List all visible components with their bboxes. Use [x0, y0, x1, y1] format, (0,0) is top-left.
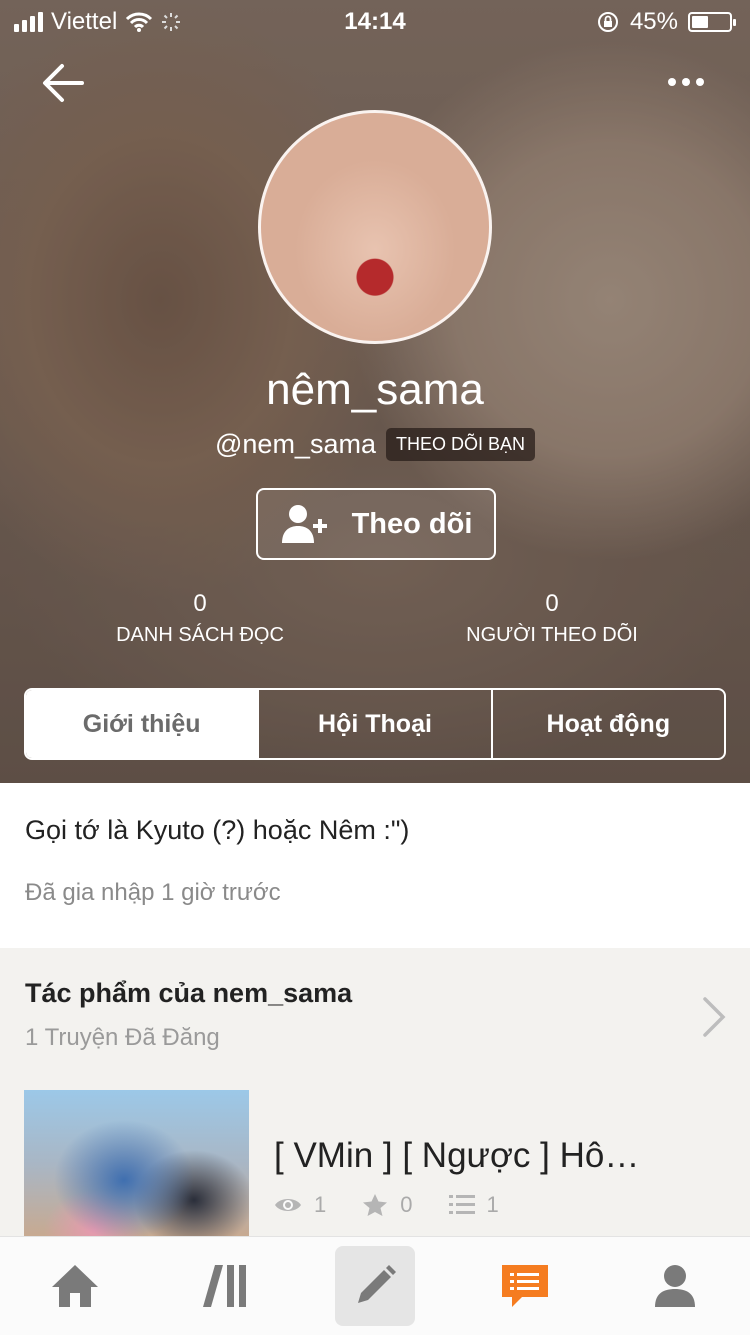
- rotation-lock-icon: [597, 12, 618, 32]
- add-user-icon: [281, 505, 327, 543]
- reading-lists-count: 0: [193, 590, 207, 617]
- story-title[interactable]: [ VMin ] [ Ngược ] Hô…: [274, 1136, 639, 1176]
- more-button[interactable]: [664, 72, 708, 97]
- follow-button[interactable]: Theo dõi: [256, 488, 496, 560]
- more-icon: [668, 78, 704, 86]
- nav-home[interactable]: [35, 1246, 115, 1326]
- works-count: 1 Truyện Đã Đăng: [25, 1024, 220, 1051]
- battery-percent: 45%: [629, 8, 678, 35]
- display-name: nêm_sama: [266, 365, 484, 414]
- handle-row: @nem_sama THEO DÕI BẠN: [0, 428, 750, 461]
- followers-label: NGƯỜI THEO DÕI: [466, 624, 638, 646]
- about-section: Gọi tớ là Kyuto (?) hoặc Nêm :") Đã gia …: [0, 783, 750, 948]
- nav-messages[interactable]: [485, 1246, 565, 1326]
- battery-icon: [688, 12, 736, 32]
- list-icon: [448, 1195, 475, 1214]
- story-reads: 1: [314, 1192, 327, 1217]
- nav-profile[interactable]: [635, 1246, 715, 1326]
- profile-icon: [655, 1265, 695, 1307]
- tab-about[interactable]: Giới thiệu: [26, 690, 260, 758]
- tab-conversations[interactable]: Hội Thoại: [259, 690, 493, 758]
- nav-library[interactable]: [185, 1246, 265, 1326]
- back-button[interactable]: [40, 60, 86, 111]
- home-icon: [52, 1265, 98, 1307]
- chevron-right-icon: [703, 997, 726, 1037]
- works-section: Tác phẩm của nem_sama 1 Truyện Đã Đăng […: [0, 948, 750, 1240]
- library-icon: [203, 1265, 246, 1307]
- followers-count: 0: [545, 590, 559, 617]
- story-cover[interactable]: [24, 1090, 249, 1240]
- username-handle: @nem_sama: [215, 429, 376, 459]
- eye-icon: [275, 1199, 301, 1211]
- avatar[interactable]: [258, 110, 492, 344]
- follow-button-label: Theo dõi: [351, 507, 473, 540]
- story-meta: 1 0 1: [274, 1192, 521, 1218]
- bottom-nav: [0, 1236, 750, 1335]
- reading-lists-stat[interactable]: 0 DANH SÁCH ĐỌC: [100, 590, 300, 647]
- story-votes: 0: [400, 1192, 413, 1217]
- profile-tabs: Giới thiệu Hội Thoại Hoạt động: [24, 688, 726, 760]
- nav-write[interactable]: [335, 1246, 415, 1326]
- status-bar: Viettel 14:14 45%: [0, 0, 750, 40]
- joined-date: Đã gia nhập 1 giờ trước: [25, 879, 281, 906]
- profile-description: Gọi tớ là Kyuto (?) hoặc Nêm :"): [25, 815, 410, 845]
- works-title: Tác phẩm của nem_sama: [25, 978, 353, 1008]
- write-icon: [358, 1265, 396, 1303]
- back-arrow-icon: [43, 64, 84, 102]
- tab-activity[interactable]: Hoạt động: [493, 690, 724, 758]
- messages-icon: [502, 1265, 548, 1307]
- follows-you-badge: THEO DÕI BẠN: [385, 428, 535, 461]
- reading-lists-label: DANH SÁCH ĐỌC: [116, 624, 284, 646]
- star-icon: [363, 1194, 388, 1216]
- story-parts: 1: [486, 1192, 499, 1217]
- followers-stat[interactable]: 0 NGƯỜI THEO DÕI: [452, 590, 652, 647]
